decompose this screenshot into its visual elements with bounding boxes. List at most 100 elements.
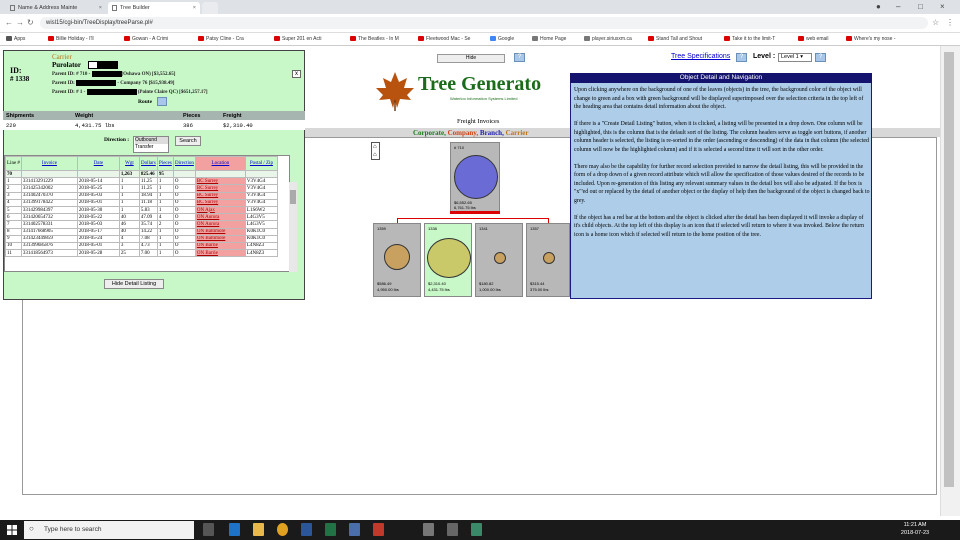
app-icon[interactable] <box>349 523 360 536</box>
url-input[interactable]: wisl15/cgi-bin/TreeDisplay/treeParse.pl# <box>40 17 928 29</box>
bookmark-item[interactable]: Stand Tall and Shout <box>648 36 702 42</box>
level-select[interactable]: Level 1 ▾ <box>778 53 812 62</box>
word-icon[interactable] <box>301 523 312 536</box>
app-icon[interactable] <box>447 523 458 536</box>
tab-tree-builder[interactable]: Tree Builder × <box>108 2 200 14</box>
tree-node-selected[interactable]: 1338 $2,310.40 4,431.75 lbs <box>424 223 472 297</box>
bookmark-item[interactable]: Take it to the limit-T <box>724 36 775 42</box>
tab-name-address[interactable]: Name & Address Mainte × <box>6 2 106 14</box>
search-button[interactable]: Search <box>175 136 201 146</box>
cell-loc[interactable]: BC Surrey <box>194 184 246 193</box>
chrome-icon[interactable] <box>277 523 288 536</box>
cell-loc[interactable]: ON Barrie <box>194 249 246 258</box>
back-icon[interactable]: ← <box>5 18 13 27</box>
table-row[interactable]: 5 331429984397 2018-05-30 1 5.83 1 O ON Ajax L1S… <box>5 205 278 215</box>
col-line[interactable]: Line # <box>5 156 22 171</box>
file-explorer-icon[interactable] <box>253 523 264 536</box>
forward-icon[interactable]: → <box>16 18 24 27</box>
bookmark-item[interactable]: Billie Holiday - I'll <box>48 36 94 42</box>
cell-loc[interactable]: BC Surrey <box>194 177 246 186</box>
hide-detail-listing-button[interactable]: Hide Detail Listing <box>104 279 164 289</box>
edge-icon[interactable] <box>229 523 240 536</box>
close-icon[interactable]: × <box>99 5 102 11</box>
col-direction[interactable]: Direction <box>172 156 196 171</box>
task-view-icon[interactable] <box>203 523 214 536</box>
bookmark-item[interactable]: Super 201 en Acti <box>274 36 321 42</box>
cell-loc[interactable]: ON Baltimore <box>194 227 246 236</box>
excel-icon[interactable] <box>325 523 336 536</box>
cell-loc[interactable]: ON Baltimore <box>194 234 246 243</box>
bookmark-item[interactable]: The Beatles - In M <box>350 36 399 42</box>
bookmark-item[interactable]: Gowan - A Crimi <box>124 36 168 42</box>
reload-icon[interactable]: ↻ <box>27 18 34 27</box>
hide-button[interactable]: Hide <box>437 54 505 63</box>
taskbar-search-input[interactable]: Type here to search <box>24 521 194 539</box>
help-icon[interactable]: ? <box>815 53 826 62</box>
route-button[interactable] <box>157 97 167 106</box>
calculator-icon[interactable] <box>423 523 434 536</box>
table-row[interactable]: 7 331402578331 2018-05-03 46 35.74 2 O ON Auror… <box>5 220 278 229</box>
minimize-icon[interactable]: – <box>896 2 900 11</box>
cell-loc[interactable]: BC Surrey <box>194 191 246 200</box>
menu-icon[interactable]: ⋮ <box>946 18 954 27</box>
level-label: Level : <box>753 53 776 60</box>
col-postal[interactable]: Postal / Zip <box>244 156 278 171</box>
close-window-icon[interactable]: × <box>940 2 945 11</box>
app-icon[interactable] <box>471 523 482 536</box>
tree-node[interactable]: 1357 $315.44 375.00 lbs <box>526 223 570 297</box>
cell-loc[interactable]: ON Aurora <box>194 213 246 222</box>
col-dollars[interactable]: Dollars <box>138 156 158 171</box>
table-scrollbar-thumb[interactable] <box>290 190 296 204</box>
bookmark-star-icon[interactable]: ☆ <box>932 18 939 27</box>
filezilla-icon[interactable] <box>373 523 384 536</box>
table-row[interactable]: 3 331402470370 2018-05-03 1 18.94 1 O BC Surrey… <box>5 191 278 200</box>
account-icon[interactable]: ● <box>876 2 881 11</box>
table-row[interactable]: 11 331418564973 2018-05-28 25 7.00 1 O ON Barri… <box>5 249 278 258</box>
col-wgt[interactable]: Wgt <box>118 156 140 171</box>
cell-loc[interactable]: ON Ajax <box>194 205 246 215</box>
table-row[interactable]: 2 331425342002 2018-05-25 1 11.25 1 O BC Surrey… <box>5 184 278 193</box>
direction-option[interactable]: Transfer <box>135 144 168 151</box>
bookmark-item[interactable]: player.siriusxm.ca <box>584 36 632 42</box>
cell-line: 4 <box>5 198 22 207</box>
bookmark-apps[interactable]: Apps <box>6 36 25 42</box>
table-row[interactable]: 10 331399685876 2018-05-01 3 4.73 1 O ON Barrie… <box>5 241 278 251</box>
col-location[interactable]: Location <box>194 156 246 171</box>
system-clock[interactable]: 11:21 AM 2018-07-23 <box>900 521 930 537</box>
cell-pieces: 1 <box>156 249 174 258</box>
maximize-icon[interactable]: □ <box>918 2 923 11</box>
help-icon[interactable]: ? <box>514 53 525 62</box>
cell-loc[interactable]: ON Barrie <box>194 241 246 251</box>
bookmark-item[interactable]: Home Page <box>532 36 566 42</box>
table-row[interactable]: 1 331413291229 2018-05-14 1 11.25 1 O BC Surrey… <box>5 177 278 186</box>
home-return-icon[interactable]: ⌂ ⌂ <box>371 142 380 160</box>
windows-start-icon[interactable] <box>7 525 17 535</box>
direction-option[interactable]: Outbound <box>135 137 168 144</box>
table-row[interactable]: 4 331399178422 2018-05-01 1 11.18 1 O BC Surrey… <box>5 198 278 207</box>
cell-loc[interactable]: ON Aurora <box>194 220 246 229</box>
bookmark-item[interactable]: Patsy Cline - Cra <box>198 36 244 42</box>
col-invoice[interactable]: Invoice <box>20 156 78 171</box>
bookmark-item[interactable]: Google <box>490 36 514 42</box>
new-tab-button[interactable] <box>202 2 218 14</box>
direction-select[interactable]: Outbound Transfer <box>133 136 169 153</box>
return-icon[interactable]: ⌂ <box>373 144 377 150</box>
tree-specifications-link[interactable]: Tree Specifications <box>671 53 730 60</box>
col-pieces[interactable]: Pieces <box>156 156 174 171</box>
bookmark-item[interactable]: Fleetwood Mac - Se <box>418 36 470 42</box>
tree-node[interactable]: 1341 $180.82 1,000.00 lbs <box>475 223 523 297</box>
bookmark-item[interactable]: Where's my nose - <box>846 36 896 42</box>
help-icon[interactable]: ? <box>736 53 747 62</box>
close-detail-button[interactable]: x <box>292 70 301 78</box>
close-icon[interactable]: × <box>193 5 196 11</box>
tree-node-root[interactable]: # 710 $6,552.65 6,761.75 lbs <box>450 142 500 212</box>
home-icon[interactable]: ⌂ <box>373 152 377 158</box>
page-scrollbar-thumb[interactable] <box>944 52 954 487</box>
col-date[interactable]: Date <box>76 156 120 171</box>
cell-loc[interactable]: BC Surrey <box>194 198 246 207</box>
table-row[interactable]: 9 331423449859 2018-05-24 4 7.08 1 O ON Baltimo… <box>5 234 278 243</box>
table-row[interactable]: 8 331417668905 2018-05-17 40 14.22 1 O ON Balti… <box>5 227 278 236</box>
tree-node[interactable]: 1359 $586.49 4,950.00 lbs <box>373 223 421 297</box>
bookmark-item[interactable]: web email <box>798 36 829 42</box>
table-row[interactable]: 6 331420654732 2018-05-22 40 47.09 4 O ON Auror… <box>5 213 278 222</box>
